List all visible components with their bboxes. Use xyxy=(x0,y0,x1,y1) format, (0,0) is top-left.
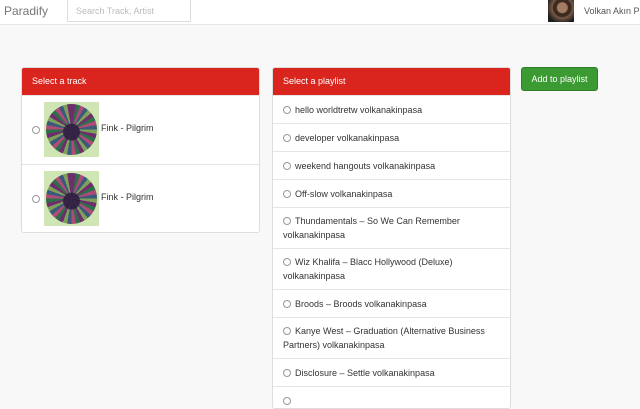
playlist-radio[interactable] xyxy=(283,369,291,377)
playlist-radio[interactable] xyxy=(283,134,291,142)
avatar[interactable] xyxy=(548,0,574,22)
playlist-name: weekend hangouts volkanakinpasa xyxy=(295,161,436,171)
brand-logo[interactable]: Paradify xyxy=(4,4,48,18)
playlist-radio[interactable] xyxy=(283,162,291,170)
playlist-name: Thundamentals – So We Can Remember volka… xyxy=(283,216,460,240)
playlist-item[interactable]: Thundamentals – So We Can Remember volka… xyxy=(273,207,510,248)
playlist-item[interactable]: Disclosure – Settle volkanakinpasa xyxy=(273,358,510,386)
playlist-radio[interactable] xyxy=(283,190,291,198)
playlist-panel: Select a playlist hello worldtretw volka… xyxy=(272,67,511,409)
playlist-name: Wiz Khalifa – Blacc Hollywood (Deluxe) v… xyxy=(283,257,453,281)
playlist-panel-heading: Select a playlist xyxy=(273,68,510,95)
playlist-radio[interactable] xyxy=(283,327,291,335)
playlist-item[interactable]: weekend hangouts volkanakinpasa xyxy=(273,151,510,179)
track-title: Fink - Pilgrim xyxy=(101,123,154,133)
track-row[interactable]: Fink - Pilgrim xyxy=(22,164,259,232)
playlist-radio[interactable] xyxy=(283,217,291,225)
search-input[interactable] xyxy=(67,0,191,22)
track-radio[interactable] xyxy=(32,126,40,134)
track-title: Fink - Pilgrim xyxy=(101,192,154,202)
track-panel: Select a track Fink - Pilgrim Fink - Pil… xyxy=(21,67,260,233)
playlist-name: Off-slow volkanakinpasa xyxy=(295,189,393,199)
playlist-name: Disclosure – Settle volkanakinpasa xyxy=(295,368,435,378)
playlist-item[interactable]: Off-slow volkanakinpasa xyxy=(273,179,510,207)
playlist-item[interactable]: hello worldtretw volkanakinpasa xyxy=(273,95,510,123)
track-row[interactable]: Fink - Pilgrim xyxy=(22,95,259,164)
playlist-radio[interactable] xyxy=(283,106,291,114)
playlist-item[interactable]: Kanye West – Graduation (Alternative Bus… xyxy=(273,317,510,358)
playlist-radio[interactable] xyxy=(283,258,291,266)
track-panel-heading: Select a track xyxy=(22,68,259,95)
user-name[interactable]: Volkan Akın P xyxy=(584,6,640,16)
playlist-item[interactable]: developer volkanakinpasa xyxy=(273,123,510,151)
playlist-radio[interactable] xyxy=(283,300,291,308)
playlist-name: Broods – Broods volkanakinpasa xyxy=(295,299,427,309)
playlist-name: Kanye West – Graduation (Alternative Bus… xyxy=(283,326,485,350)
playlist-name: developer volkanakinpasa xyxy=(295,133,400,143)
playlist-item[interactable]: Wiz Khalifa – Blacc Hollywood (Deluxe) v… xyxy=(273,248,510,289)
user-menu[interactable]: Volkan Akın P xyxy=(548,0,640,24)
playlist-radio[interactable] xyxy=(283,397,291,405)
album-art xyxy=(44,171,99,226)
playlist-name: hello worldtretw volkanakinpasa xyxy=(295,105,423,115)
track-radio[interactable] xyxy=(32,195,40,203)
playlist-item[interactable] xyxy=(273,386,510,408)
add-to-playlist-button[interactable]: Add to playlist xyxy=(521,67,598,91)
top-navbar: Paradify Volkan Akın P xyxy=(0,0,640,25)
album-art xyxy=(44,102,99,157)
playlist-item[interactable]: Broods – Broods volkanakinpasa xyxy=(273,289,510,317)
